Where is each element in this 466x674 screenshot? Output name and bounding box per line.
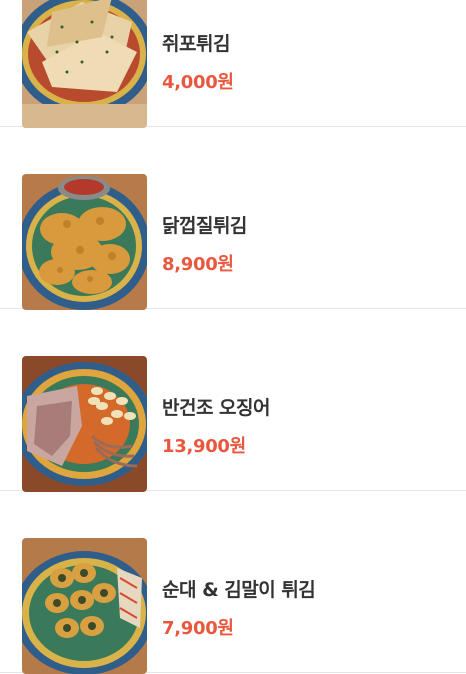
menu-item-name: 순대 & 김말이 튀김 [162, 579, 316, 601]
menu-item-dakkkeopjil-twigim[interactable]: 닭껍질튀김 8,900원 [0, 127, 466, 310]
half-dried-squid-photo[interactable] [22, 356, 147, 492]
menu-item-bangeonjo-ojingeo[interactable]: 반건조 오징어 13,900원 [0, 309, 466, 492]
menu-item-price: 4,000원 [162, 72, 234, 93]
menu-item-name: 닭껍질튀김 [162, 215, 247, 237]
menu-item-sundae-gimmari-twigim[interactable]: 순대 & 김말이 튀김 7,900원 [0, 491, 466, 674]
menu-item-price: 13,900원 [162, 436, 246, 457]
menu-item-name: 반건조 오징어 [162, 397, 271, 419]
menu-item-price: 8,900원 [162, 254, 234, 275]
fried-filefish-jerky-photo[interactable] [22, 0, 147, 128]
menu-item-price: 7,900원 [162, 618, 234, 639]
menu-item-jwipo-twigim[interactable]: 쥐포튀김 4,000원 [0, 0, 466, 128]
fried-sundae-gimmari-photo[interactable] [22, 538, 147, 674]
menu-item-name: 쥐포튀김 [162, 33, 230, 55]
menu-list: 쥐포튀김 4,000원 닭껍질튀김 8,900원 반건조 오징어 13,900원… [0, 0, 466, 674]
fried-chicken-skin-photo[interactable] [22, 174, 147, 310]
